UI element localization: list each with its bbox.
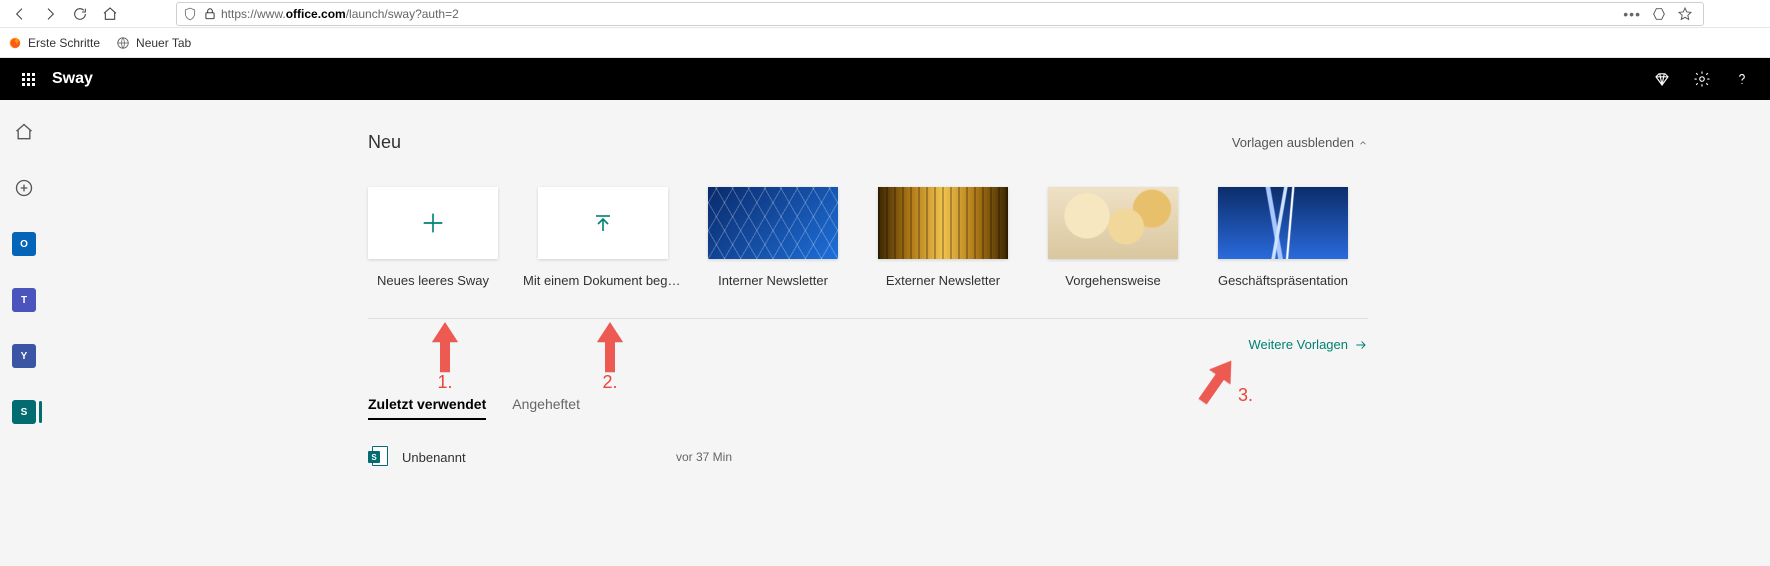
settings-button[interactable] [1682,58,1722,100]
page-actions-icon[interactable]: ••• [1623,6,1641,22]
tab-recent[interactable]: Zuletzt verwendet [368,396,486,420]
tile-label: Neues leeres Sway [353,273,513,288]
arrow-right-icon [1354,338,1368,352]
lock-icon [203,7,217,21]
recent-tabs: Zuletzt verwendet Angeheftet [368,396,1710,420]
tile-label: Interner Newsletter [693,273,853,288]
yammer-icon: Y [12,344,36,368]
main-content: Neu Vorlagen ausblenden Neues leeres Swa… [48,100,1770,566]
bookmark-bar: Erste Schritte Neuer Tab [0,28,1770,58]
browser-toolbar: https://www.office.com/launch/sway?auth=… [0,0,1770,28]
tracking-shield-icon [183,7,197,21]
plus-icon [368,187,498,259]
url-path: /launch/sway?auth=2 [346,7,459,21]
tile-start-with-doc[interactable]: Mit einem Dokument begi… [538,187,668,288]
app-header: Sway [0,58,1770,100]
divider [368,318,1368,319]
rail-teams[interactable]: T [8,284,40,316]
recent-item-name: Unbenannt [402,450,662,465]
tile-label: Externer Newsletter [863,273,1023,288]
app-title: Sway [52,70,93,88]
back-button[interactable] [6,2,34,26]
teams-icon: T [12,288,36,312]
bookmark-erste-schritte[interactable]: Erste Schritte [8,36,100,50]
tile-label: Vorgehensweise [1033,273,1193,288]
template-thumb-icon [1218,187,1348,259]
firefox-icon [8,36,22,50]
template-tiles: Neues leeres Sway Mit einem Dokument beg… [368,187,1710,288]
template-thumb-icon [1048,187,1178,259]
reload-button[interactable] [66,2,94,26]
sway-icon: S [12,400,36,424]
bookmark-label: Erste Schritte [28,36,100,50]
help-button[interactable] [1722,58,1762,100]
globe-icon [116,36,130,50]
tile-new-blank-sway[interactable]: Neues leeres Sway [368,187,498,288]
url-text: https://www.office.com/launch/sway?auth=… [221,7,1623,21]
chevron-up-icon [1358,138,1368,148]
reader-view-icon[interactable] [1651,6,1667,22]
sway-doc-icon: S [368,446,388,468]
recent-item[interactable]: S Unbenannt vor 37 Min [368,446,1368,468]
rail-home[interactable] [8,116,40,148]
url-host: office.com [286,7,346,21]
rail-outlook[interactable]: O [8,228,40,260]
outlook-icon: O [12,232,36,256]
rail-create[interactable] [8,172,40,204]
tile-business-presentation[interactable]: Geschäftspräsentation [1218,187,1348,288]
bookmark-star-icon[interactable] [1677,6,1693,22]
bookmark-label: Neuer Tab [136,36,191,50]
url-prefix: https://www. [221,7,286,21]
more-templates-link[interactable]: Weitere Vorlagen [368,337,1368,352]
tile-howto[interactable]: Vorgehensweise [1048,187,1178,288]
waffle-icon [22,73,35,86]
tile-label: Mit einem Dokument begi… [523,273,683,288]
forward-button[interactable] [36,2,64,26]
rail-sway[interactable]: S [8,396,40,428]
tile-label: Geschäftspräsentation [1203,273,1363,288]
home-button[interactable] [96,2,124,26]
section-title-new: Neu [368,132,401,153]
tile-internal-newsletter[interactable]: Interner Newsletter [708,187,838,288]
bookmark-neuer-tab[interactable]: Neuer Tab [116,36,191,50]
recent-item-time: vor 37 Min [676,450,732,464]
hide-templates-link[interactable]: Vorlagen ausblenden [1232,135,1368,150]
url-bar[interactable]: https://www.office.com/launch/sway?auth=… [176,2,1704,26]
tile-external-newsletter[interactable]: Externer Newsletter [878,187,1008,288]
template-thumb-icon [708,187,838,259]
hide-templates-label: Vorlagen ausblenden [1232,135,1354,150]
url-actions: ••• [1623,6,1693,22]
app-launcher-button[interactable] [8,58,48,100]
more-templates-label: Weitere Vorlagen [1249,337,1349,352]
rail-yammer[interactable]: Y [8,340,40,372]
template-thumb-icon [878,187,1008,259]
premium-button[interactable] [1642,58,1682,100]
tab-pinned[interactable]: Angeheftet [512,396,580,420]
upload-icon [538,187,668,259]
left-rail: O T Y S [0,100,48,566]
